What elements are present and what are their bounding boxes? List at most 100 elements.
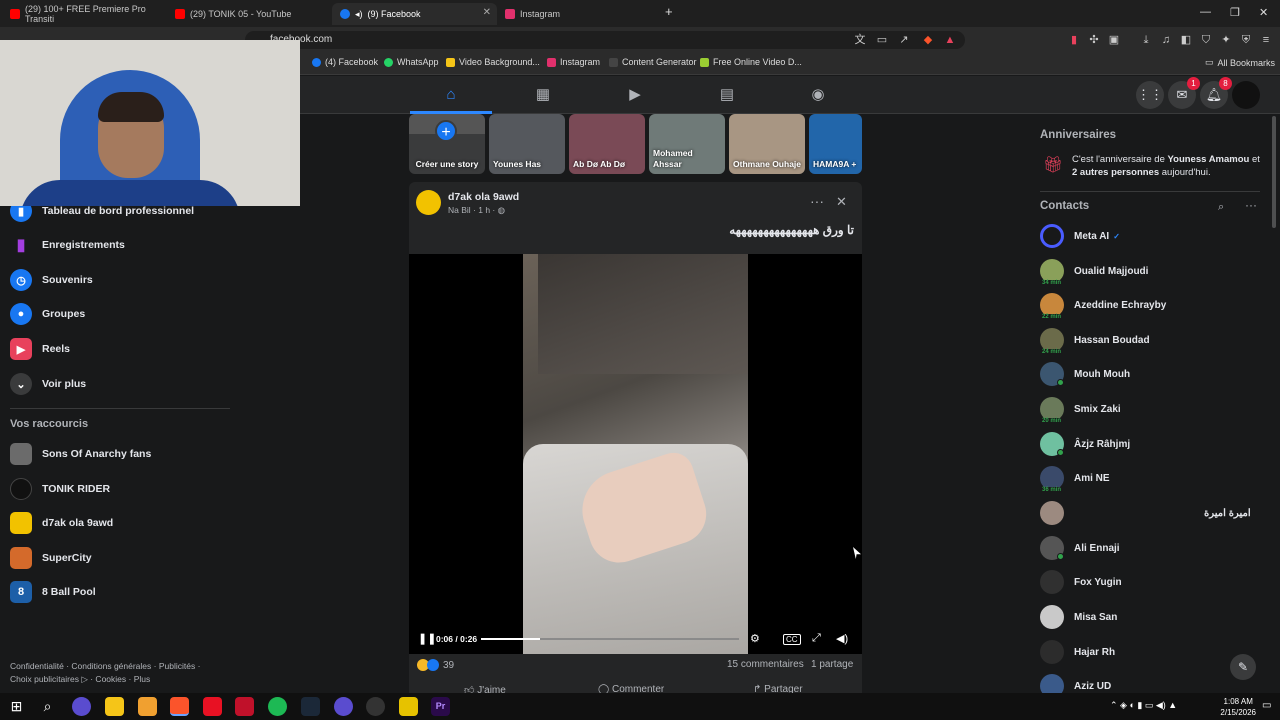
marketplace-icon[interactable]: ▤ xyxy=(717,85,737,105)
system-tray-icons[interactable]: ⌃ ◈ ◐ ▮ ▭ ◀) ▲ xyxy=(1110,700,1177,711)
bookmark-facebook[interactable]: (4) Facebook xyxy=(312,57,378,67)
shortcut-8-ball-pool[interactable]: 88 Ball Pool xyxy=(10,580,96,604)
shortcut-d7ak[interactable]: d7ak ola 9awd xyxy=(10,511,113,535)
bookmark-content-generator[interactable]: Content Generator xyxy=(609,57,697,67)
story-card[interactable]: Mohamed Ahssar xyxy=(649,114,725,174)
close-window-button[interactable]: ✕ xyxy=(1259,6,1268,19)
pause-icon[interactable]: ❚❚ xyxy=(418,632,436,645)
post-author[interactable]: d7ak ola 9awd xyxy=(448,191,519,203)
birthday-text[interactable]: C'est l'anniversaire de Youness Amamou e… xyxy=(1072,153,1262,179)
new-message-button[interactable]: ✎ xyxy=(1230,654,1256,680)
story-card[interactable]: Ab Dø Ab Dø xyxy=(569,114,645,174)
nav-see-more[interactable]: ⌄ Voir plus xyxy=(10,372,86,396)
clock[interactable]: 1:08 AM 2/15/2026 xyxy=(1220,696,1256,718)
wallet-icon[interactable]: ▣ xyxy=(1108,34,1120,46)
footer-links[interactable]: Confidentialité · Conditions générales ·… xyxy=(10,660,230,686)
story-card[interactable]: HAMA9A + xyxy=(809,114,862,174)
contact-item[interactable]: Meta AI ✓ xyxy=(1040,223,1120,249)
windows-start-icon[interactable]: ⊞ xyxy=(7,697,26,716)
close-post-icon[interactable]: ✕ xyxy=(836,194,847,210)
record-icon[interactable]: ▮ xyxy=(1068,34,1080,46)
contact-item[interactable]: 24 min Hassan Boudad xyxy=(1040,327,1150,355)
bookmark-free-video[interactable]: Free Online Video D... xyxy=(700,57,802,67)
premiere-pro-icon[interactable]: Pr xyxy=(431,697,450,716)
new-tab-button[interactable]: + xyxy=(665,4,673,19)
brave-shield-icon[interactable]: ◆ xyxy=(922,34,934,46)
vpn-icon[interactable]: ⛉ xyxy=(1200,34,1212,46)
app-icon[interactable] xyxy=(399,697,418,716)
video-icon[interactable]: ▶ xyxy=(625,85,645,105)
discord-icon[interactable] xyxy=(334,697,353,716)
menu-grid-button[interactable]: ⋮⋮ xyxy=(1136,81,1164,109)
bookmark-video-background[interactable]: Video Background... xyxy=(446,57,540,67)
scrollbar[interactable] xyxy=(1272,116,1276,228)
contact-item[interactable]: Hajar Rh xyxy=(1040,639,1115,665)
close-tab-icon[interactable]: ✕ xyxy=(483,7,491,18)
file-explorer-icon[interactable] xyxy=(105,697,124,716)
shares-count[interactable]: 1 partage xyxy=(811,659,853,670)
tab-tonik-youtube[interactable]: (29) TONIK 05 - YouTube xyxy=(167,3,332,25)
story-card[interactable]: Othmane Ouhaje xyxy=(729,114,805,174)
restore-button[interactable]: ❐ xyxy=(1230,6,1240,19)
shortcut-supercity[interactable]: SuperCity xyxy=(10,546,92,570)
shield-icon[interactable]: ⛨ xyxy=(1240,34,1252,46)
leo-icon[interactable]: ✦ xyxy=(1220,34,1232,46)
reactions-summary[interactable]: 39 xyxy=(417,659,454,671)
contact-item[interactable]: Ali Ennaji xyxy=(1040,535,1120,561)
tab-facebook[interactable]: ◂) (9) Facebook ✕ xyxy=(332,3,497,25)
bookmark-whatsapp[interactable]: WhatsApp xyxy=(384,57,439,67)
home-icon[interactable]: ⌂ xyxy=(441,85,461,105)
cast-icon[interactable]: ▭ xyxy=(876,34,888,46)
obs-icon[interactable] xyxy=(366,697,385,716)
tab-premiere[interactable]: (29) 100+ FREE Premiere Pro Transiti xyxy=(2,3,167,25)
profile-avatar[interactable] xyxy=(1232,81,1260,109)
search-icon[interactable]: ⌕ xyxy=(38,697,57,716)
notifications-button[interactable]: 🔔︎ 8 xyxy=(1200,77,1232,109)
search-icon[interactable]: ⌕ xyxy=(1218,201,1224,214)
brave-icon[interactable] xyxy=(170,697,189,716)
fullscreen-icon[interactable]: ⤢ xyxy=(812,632,821,645)
shortcut-sons-of-anarchy[interactable]: Sons Of Anarchy fans xyxy=(10,442,151,466)
contact-item[interactable]: 22 min Azeddine Echrayby xyxy=(1040,292,1166,320)
download-icon[interactable]: ⤓ xyxy=(1140,34,1152,46)
nav-reels[interactable]: ▶ Reels xyxy=(10,337,70,361)
app-icon[interactable] xyxy=(235,697,254,716)
shortcut-tonik-rider[interactable]: TONIK RIDER xyxy=(10,477,110,501)
messenger-button[interactable]: ✉ 1 xyxy=(1168,77,1200,109)
menu-icon[interactable]: ≡ xyxy=(1260,34,1272,46)
wps-icon[interactable] xyxy=(203,697,222,716)
sidebar-icon[interactable]: ◧ xyxy=(1180,34,1192,46)
tab-instagram[interactable]: Instagram xyxy=(497,3,662,25)
contact-item[interactable]: 20 min Smix Zaki xyxy=(1040,396,1121,424)
dashboard-icon[interactable]: ▦ xyxy=(533,85,553,105)
gaming-icon[interactable]: ◉ xyxy=(808,85,828,105)
nav-saved[interactable]: ▮ Enregistrements xyxy=(10,233,125,257)
contact-item[interactable]: Fox Yugin xyxy=(1040,569,1122,595)
bookmark-instagram[interactable]: Instagram xyxy=(547,57,600,67)
all-bookmarks[interactable]: ▭ All Bookmarks xyxy=(1205,57,1275,68)
steam-icon[interactable] xyxy=(301,697,320,716)
contact-item[interactable]: Mouh Mouh xyxy=(1040,361,1130,387)
app-icon[interactable] xyxy=(138,697,157,716)
story-card[interactable]: Younes Has xyxy=(489,114,565,174)
media-icon[interactable]: ♫ xyxy=(1160,34,1172,46)
nav-groups[interactable]: ● Groupes xyxy=(10,302,85,326)
more-icon[interactable]: ··· xyxy=(1245,198,1257,212)
volume-icon[interactable]: ◀) xyxy=(836,632,848,645)
contact-item[interactable]: 34 min Oualid Majjoudi xyxy=(1040,258,1148,286)
comments-count[interactable]: 15 commentaires xyxy=(727,659,804,670)
captions-icon[interactable]: CC xyxy=(783,634,801,645)
minimize-button[interactable]: — xyxy=(1200,6,1211,18)
extensions-icon[interactable]: ✣ xyxy=(1088,34,1100,46)
more-options-icon[interactable]: ··· xyxy=(810,193,824,209)
settings-gear-icon[interactable]: ⚙ xyxy=(750,632,760,645)
translate-icon[interactable]: 文 xyxy=(854,34,866,46)
create-story-card[interactable]: + Créer une story xyxy=(409,114,485,174)
notifications-icon[interactable]: ▭ xyxy=(1262,700,1271,711)
contact-item[interactable]: Âzjz Râhjmj xyxy=(1040,431,1130,457)
video-progress-track[interactable] xyxy=(481,638,739,640)
share-icon[interactable]: ↗ xyxy=(898,34,910,46)
discord-icon[interactable] xyxy=(72,697,91,716)
spotify-icon[interactable] xyxy=(268,697,287,716)
contact-item[interactable]: Misa San xyxy=(1040,604,1117,630)
